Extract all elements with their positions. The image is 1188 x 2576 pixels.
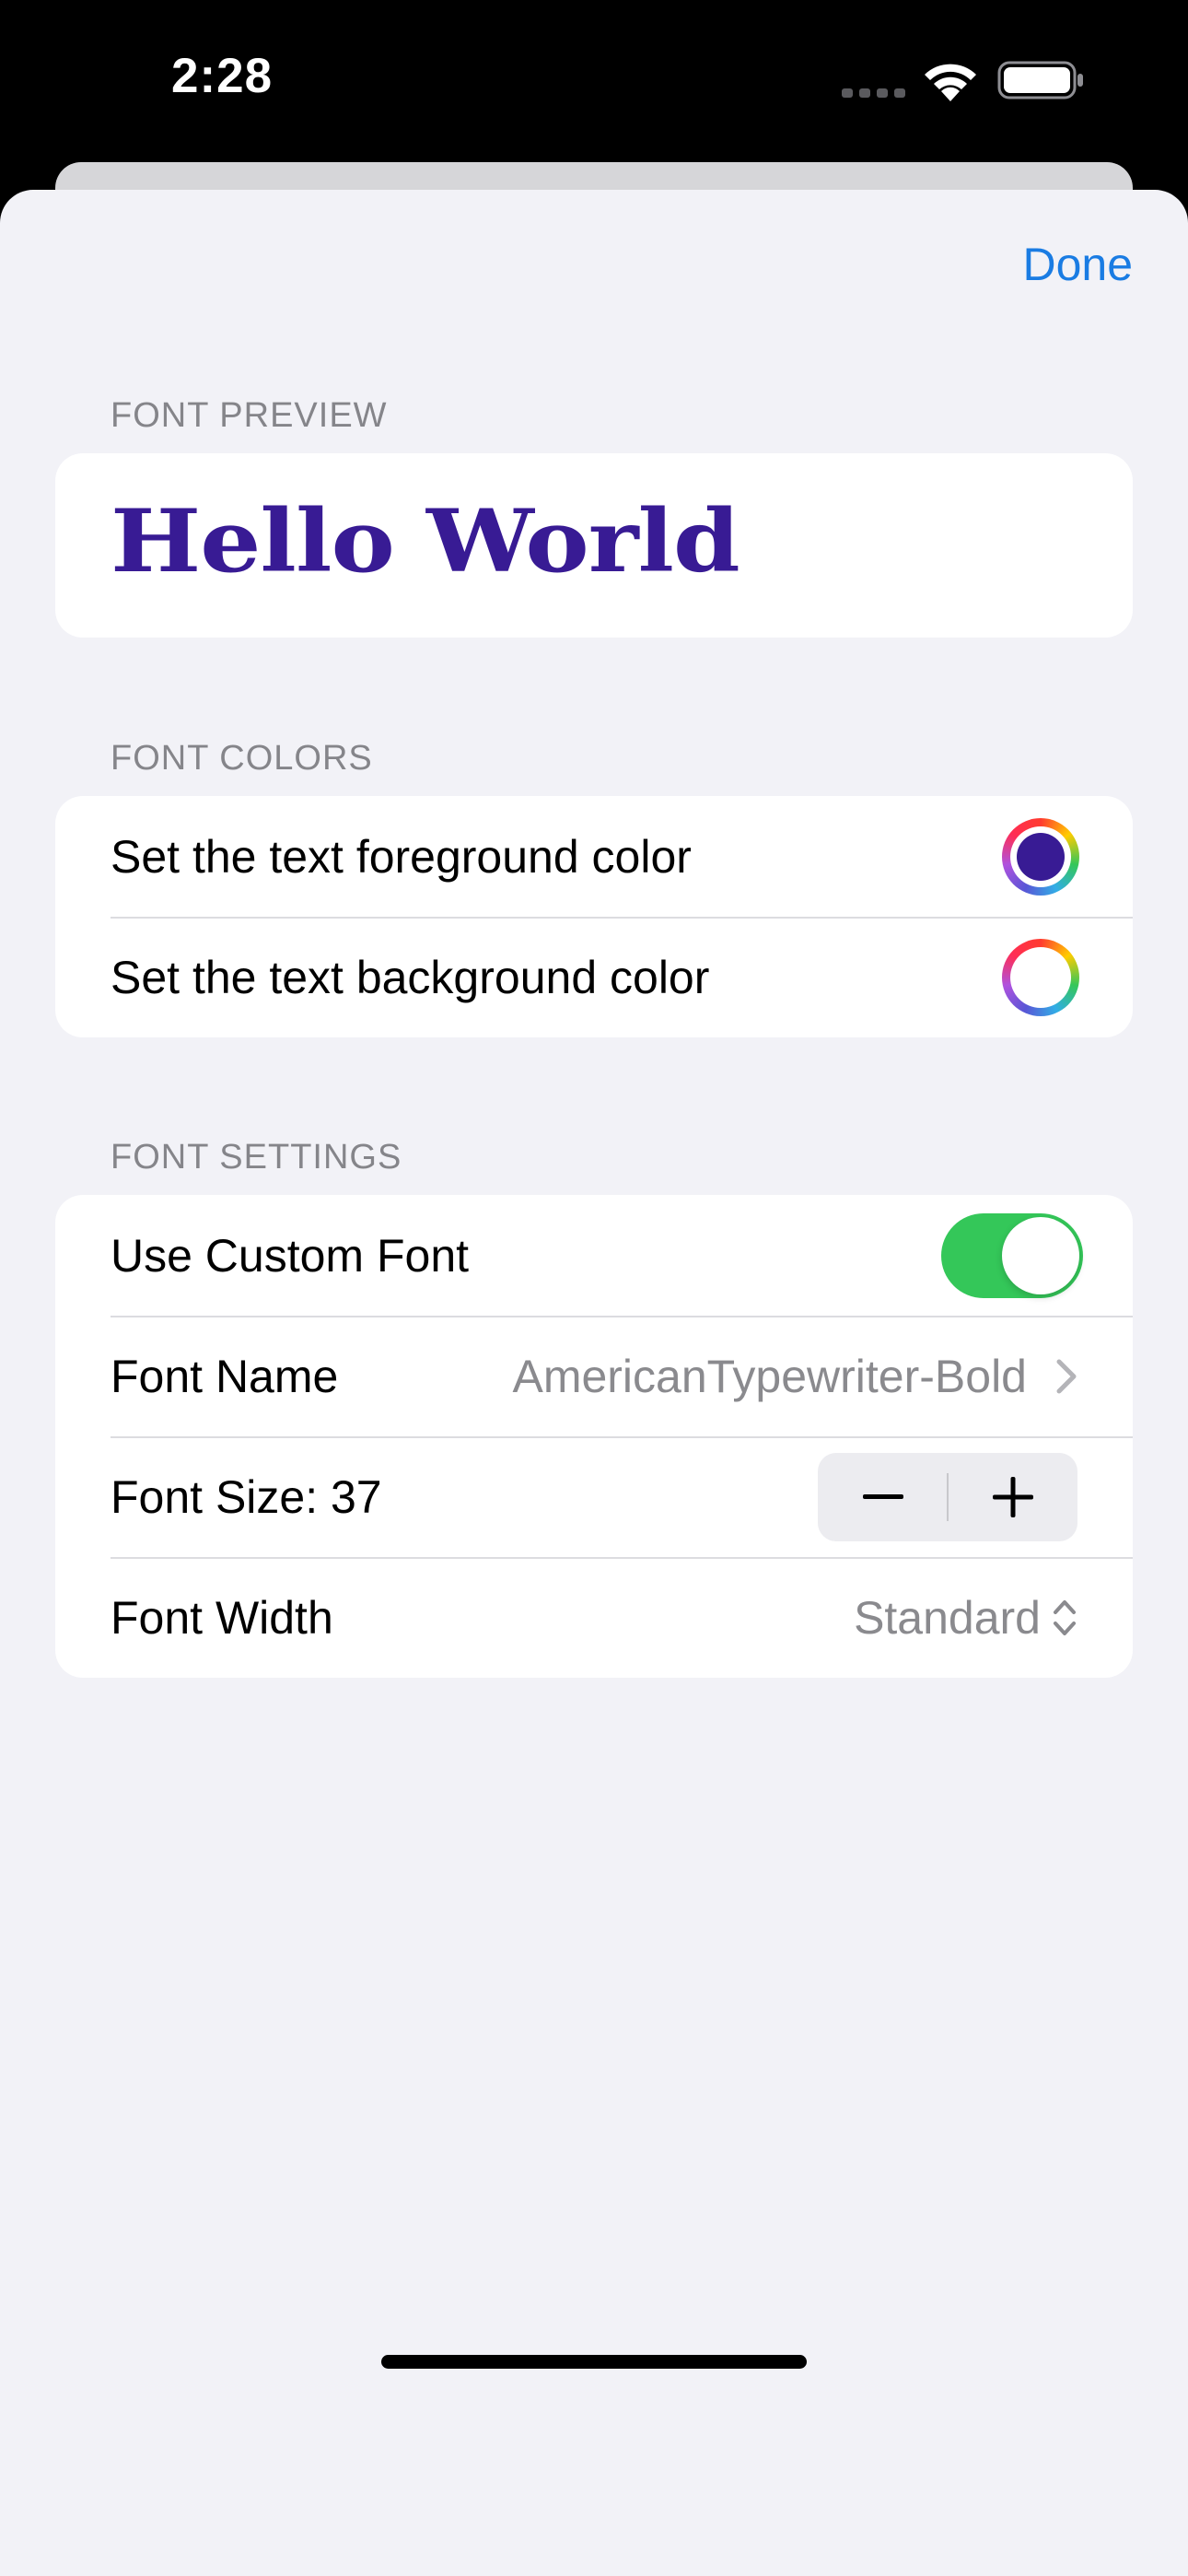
- battery-full-icon: [997, 61, 1083, 100]
- font-size-stepper[interactable]: [818, 1452, 1077, 1541]
- background-color-picker[interactable]: [1002, 938, 1079, 1016]
- chevron-up-down-icon: [1054, 1599, 1076, 1635]
- increment-button[interactable]: [948, 1453, 1077, 1541]
- home-indicator[interactable]: [381, 2355, 807, 2369]
- font-width-label: Font Width: [111, 1591, 333, 1644]
- foreground-color-swatch: [1017, 832, 1065, 881]
- font-name-label: Font Name: [111, 1350, 339, 1402]
- status-bar: 2:28: [0, 0, 1188, 166]
- stepper-divider: [947, 1472, 949, 1521]
- font-size-row: Font Size: 37: [55, 1436, 1133, 1557]
- font-preview-card: Hello World: [55, 453, 1133, 638]
- chevron-right-icon: [1056, 1359, 1077, 1393]
- custom-font-toggle[interactable]: [941, 1212, 1083, 1298]
- foreground-color-picker[interactable]: [1002, 817, 1079, 896]
- toggle-knob: [1002, 1216, 1079, 1294]
- section-header-font-settings: FONT SETTINGS: [111, 1138, 402, 1177]
- background-color-row[interactable]: Set the text background color: [55, 917, 1133, 1037]
- foreground-color-label: Set the text foreground color: [111, 830, 692, 883]
- minus-icon: [862, 1493, 903, 1499]
- custom-font-row: Use Custom Font: [55, 1195, 1133, 1316]
- font-width-value: Standard: [854, 1591, 1041, 1644]
- background-color-label: Set the text background color: [111, 951, 710, 1003]
- cellular-signal-dots-icon: [842, 88, 905, 98]
- font-settings-sheet: Done FONT PREVIEW Hello World FONT COLOR…: [0, 190, 1188, 2576]
- wifi-icon: [925, 64, 976, 101]
- decrement-button[interactable]: [818, 1453, 948, 1541]
- font-name-row[interactable]: Font Name AmericanTypewriter-Bold: [55, 1316, 1133, 1436]
- section-header-font-colors: FONT COLORS: [111, 739, 373, 778]
- custom-font-label: Use Custom Font: [111, 1229, 470, 1282]
- status-time: 2:28: [171, 49, 274, 103]
- font-preview-text: Hello World: [111, 490, 740, 592]
- done-button[interactable]: Done: [1022, 238, 1133, 291]
- font-name-value: AmericanTypewriter-Bold: [512, 1350, 1027, 1402]
- font-settings-group: Use Custom Font Font Name AmericanTypewr…: [55, 1195, 1133, 1678]
- section-header-font-preview: FONT PREVIEW: [111, 396, 388, 435]
- plus-icon: [992, 1476, 1033, 1517]
- font-size-label: Font Size: 37: [111, 1470, 382, 1523]
- font-colors-group: Set the text foreground color Set the te…: [55, 796, 1133, 1037]
- background-color-swatch: [1017, 953, 1065, 1001]
- foreground-color-row[interactable]: Set the text foreground color: [55, 796, 1133, 917]
- font-width-row[interactable]: Font Width Standard: [55, 1557, 1133, 1678]
